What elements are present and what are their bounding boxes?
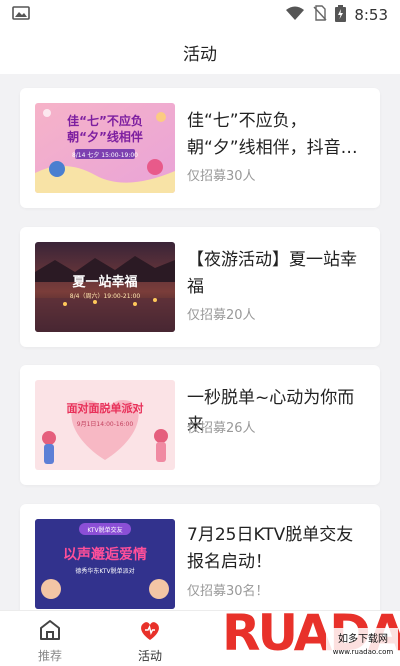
watermark-url: www.ruadao.com [332, 648, 394, 656]
thumb-caption: KTV脱单交友 [87, 526, 122, 534]
page-title: 活动 [183, 44, 217, 65]
status-bar: 8:53 [0, 0, 400, 30]
thumb-caption: 夏一站幸福 [71, 274, 137, 290]
thumb-caption: 面对面脱单派对 [67, 401, 144, 415]
thumb-caption: 8/14 七夕 15:00-19:00 [72, 151, 138, 159]
activity-title: 佳“七”不应负，朝“夕”线相伴，抖音… [187, 111, 358, 158]
activity-thumbnail: 佳“七”不应负 朝“夕”线相伴 8/14 七夕 15:00-19:00 [35, 103, 175, 193]
activity-title: 【夜游活动】夏一站幸福 [187, 250, 357, 297]
thumb-caption: 佳“七”不应负 [67, 113, 143, 128]
activity-thumbnail: 夏一站幸福 8/4（周六）19:00-21:00 [35, 242, 175, 332]
activity-card[interactable]: 夏一站幸福 8/4（周六）19:00-21:00 【夜游活动】夏一站幸福 仅招募… [20, 227, 380, 347]
activity-card[interactable]: 佳“七”不应负 朝“夕”线相伴 8/14 七夕 15:00-19:00 佳“七”… [20, 88, 380, 208]
watermark-logo: RUADADO 如多下载网 www.ruadao.com [214, 584, 400, 666]
thumb-caption: 德秀华东KTV脱单派对 [75, 567, 134, 575]
tab-activity[interactable]: 活动 [118, 617, 182, 665]
battery-charging-icon [335, 4, 347, 26]
activity-thumbnail: 面对面脱单派对 9月1日14:00-16:00 [35, 380, 175, 470]
activity-card[interactable]: 面对面脱单派对 9月1日14:00-16:00 一秒脱单~心动为你而来 仅招募2… [20, 365, 380, 485]
image-notification-icon [12, 5, 30, 25]
status-time: 8:53 [354, 6, 388, 24]
activity-quota: 仅招募26人 [187, 421, 256, 436]
thumb-caption: 8/4（周六）19:00-21:00 [70, 292, 141, 300]
thumb-caption: 朝“夕”线相伴 [67, 129, 143, 144]
activity-quota: 仅招募30人 [187, 169, 256, 184]
tab-recommend[interactable]: 推荐 [18, 617, 82, 665]
home-icon [37, 617, 63, 643]
heart-icon [137, 617, 163, 643]
thumb-caption: 以声邂逅爱情 [63, 546, 147, 563]
no-sim-icon [313, 5, 327, 25]
header: 活动 [0, 30, 400, 74]
thumb-caption: 9月1日14:00-16:00 [77, 421, 134, 428]
activity-thumbnail: KTV脱单交友 以声邂逅爱情 德秀华东KTV脱单派对 [35, 519, 175, 609]
activity-quota: 仅招募20人 [187, 308, 256, 323]
tab-label: 活动 [137, 649, 162, 663]
tab-label: 推荐 [37, 649, 62, 663]
activity-title: 7月25日KTV脱单交友报名启动！ [187, 525, 354, 572]
wifi-icon [285, 5, 305, 25]
watermark-subtitle: 如多下载网 [338, 634, 388, 645]
activity-list: 佳“七”不应负 朝“夕”线相伴 8/14 七夕 15:00-19:00 佳“七”… [0, 74, 400, 610]
